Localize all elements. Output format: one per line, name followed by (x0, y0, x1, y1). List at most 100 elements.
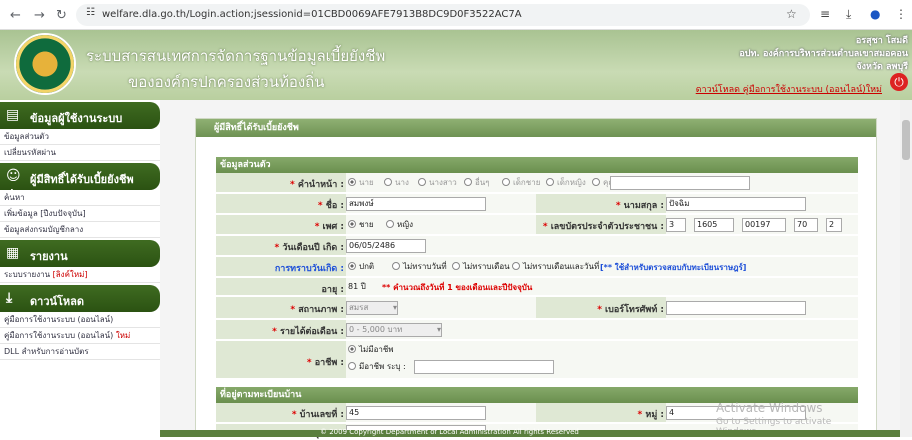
main-content: ผู้มีสิทธิ์ได้รับเบี้ยยังชีพ ข้อมูลส่วนต… (160, 100, 900, 439)
prefix-radio[interactable]: นาง (384, 177, 409, 189)
chevron-down-icon: ▾ (392, 303, 397, 312)
sidebar-header-2: ▦ รายงาน (0, 240, 160, 267)
sidebar-item[interactable]: ข้อมูลส่งกรมบัญชีกลาง (0, 222, 160, 238)
site-info-icon[interactable]: ☷ (86, 7, 95, 18)
user-org: อปท. องค์การบริหารส่วนตำบลเขาสมอคอน (739, 49, 908, 59)
birth-known-radio[interactable]: ปกติ (348, 261, 374, 273)
row-birth-known: การทราบวันเกิด : ปกติ ไม่ทราบวันที่ ไม่ทรา… (216, 257, 858, 277)
age-label: อายุ : (321, 285, 344, 295)
url-text: welfare.dla.go.th/Login.action;jsessioni… (102, 9, 522, 20)
menu-icon[interactable]: ⋮ (895, 7, 907, 21)
birth-known-radio[interactable]: ไม่ทราบวันที่ (392, 261, 447, 273)
section-personal: ข้อมูลส่วนตัว (216, 157, 858, 173)
logout-power-icon[interactable]: ⏻ (890, 73, 908, 91)
back-icon[interactable]: ← (10, 8, 21, 23)
sidebar-header-label: ผู้มีสิทธิ์ได้รับเบี้ยยังชีพ (30, 173, 134, 186)
document-icon: ▤ (6, 107, 20, 123)
birth-known-label: การทราบวันเกิด : (274, 264, 344, 274)
id-part-5[interactable]: 2 (826, 218, 842, 232)
row-occupation: * อาชีพ : ไม่มีอาชีพ มีอาชีพ ระบุ : (216, 341, 858, 379)
sidebar-item[interactable]: ค้นหา (0, 190, 160, 206)
browser-toolbar: ← → ↻ ☷ welfare.dla.go.th/Login.action;j… (0, 0, 912, 30)
sidebar-header-3: ⤓ ดาวน์โหลด (0, 285, 160, 312)
sidebar-item[interactable]: คู่มือการใช้งานระบบ (ออนไลน์) (0, 312, 160, 328)
id-part-2[interactable]: 1605 (694, 218, 734, 232)
download-icon[interactable]: ⤓ (846, 7, 851, 22)
sidebar-item[interactable]: ระบบรายงาน [ลิงค์ใหม่] (0, 267, 160, 283)
status-label: สถานภาพ : (298, 305, 344, 315)
status-select[interactable]: สมรส ▾ (346, 301, 398, 315)
surname-label: นามสกุล : (623, 201, 664, 211)
user-province: จังหวัด ลพบุรี (856, 62, 908, 72)
prefix-label: * คำนำหน้า : (290, 180, 344, 190)
occupation-label: อาชีพ : (314, 358, 344, 368)
site-title: ระบบสารสนเทศการจัดการฐานข้อมูลเบี้ยยังชี… (86, 47, 386, 65)
age-value: 81 ปี (348, 282, 366, 291)
occupation-radio-has[interactable]: มีอาชีพ ระบุ : (348, 361, 406, 373)
phone-label: เบอร์โทรศัพท์ : (605, 305, 664, 315)
birth-known-note: [** ใช้สำหรับตรวจสอบกับทะเบียนราษฎร์] (600, 263, 747, 272)
download-icon: ⤓ (6, 290, 13, 306)
sidebar-header-1: ☺+ ผู้มีสิทธิ์ได้รับเบี้ยยังชีพ (0, 163, 160, 202)
income-select[interactable]: 0 - 5,000 บาท ▾ (346, 323, 442, 337)
prefix-other-input[interactable] (610, 176, 750, 190)
manual-download-link[interactable]: ดาวน์โหลด คู่มือการใช้งานระบบ (ออนไลน์)ใ… (696, 82, 882, 96)
site-subtitle: ขององค์กรปกครองส่วนท้องถิ่น (128, 73, 325, 91)
gender-label: เพศ : (322, 222, 344, 232)
sidebar-item[interactable]: เปลี่ยนรหัสผ่าน (0, 145, 160, 161)
id-part-3[interactable]: 00197 (742, 218, 786, 232)
dla-seal-logo (14, 33, 76, 95)
reload-icon[interactable]: ↻ (56, 8, 67, 23)
add-user-icon: ☺+ (6, 168, 21, 202)
profile-icon[interactable]: ● (870, 7, 880, 21)
name-input[interactable]: สมพงษ์ (346, 197, 486, 211)
gender-radio-male[interactable]: ชาย (348, 219, 374, 231)
phone-input[interactable] (666, 301, 806, 315)
id-part-4[interactable]: 70 (794, 218, 818, 232)
row-status: * สถานภาพ : สมรส ▾ * เบอร์โทรศัพท์ : (216, 297, 858, 319)
name-label: ชื่อ : (325, 201, 344, 211)
prefix-radio[interactable]: เด็กชาย (502, 177, 540, 189)
occupation-radio-none[interactable]: ไม่มีอาชีพ (348, 344, 394, 356)
occupation-input[interactable] (414, 360, 554, 374)
sidebar-header-0: ▤ ข้อมูลผู้ใช้งานระบบ (0, 102, 160, 129)
birthdate-input[interactable]: 06/05/2486 (346, 239, 426, 253)
house-input[interactable]: 45 (346, 406, 486, 420)
chevron-down-icon: ▾ (436, 325, 441, 334)
age-note: ** คำนวณถึงวันที่ 1 ของเดือนและปีปัจจุบั… (382, 283, 533, 292)
sidebar-header-label: ข้อมูลผู้ใช้งานระบบ (30, 112, 123, 125)
bookmark-star-icon[interactable]: ☆ (786, 7, 797, 21)
sidebar-item[interactable]: ข้อมูลส่วนตัว (0, 129, 160, 145)
sidebar: ▤ ข้อมูลผู้ใช้งานระบบข้อมูลส่วนตัว เปลี่ยน… (0, 100, 160, 437)
row-gender: * เพศ : ชาย หญิง * เลขบัตรประจำตัวประชาช… (216, 215, 858, 235)
sidebar-item[interactable]: DLL สำหรับการอ่านบัตร (0, 344, 160, 360)
prefix-radio[interactable]: เด็กหญิง (546, 177, 586, 189)
sidebar-header-label: รายงาน (30, 250, 68, 263)
birth-known-radio[interactable]: ไม่ทราบเดือนและวันที่ (512, 261, 599, 273)
birth-known-radio[interactable]: ไม่ทราบเดือน (452, 261, 510, 273)
scrollbar-thumb[interactable] (902, 120, 910, 160)
sidebar-item[interactable]: เพิ่มข้อมูล [ปีงบปัจจุบัน] (0, 206, 160, 222)
site-banner: ระบบสารสนเทศการจัดการฐานข้อมูลเบี้ยยังชี… (0, 30, 912, 100)
income-label: รายได้ต่อเดือน : (280, 327, 344, 337)
sidebar-item[interactable]: คู่มือการใช้งานระบบ (ออนไลน์) ใหม่ (0, 328, 160, 344)
id-part-1[interactable]: 3 (666, 218, 686, 232)
row-prefix: * คำนำหน้า : นาย นาง นางสาว อื่นๆ เด็กชาย เด็… (216, 173, 858, 193)
moo-label: หมู่ : (645, 410, 664, 420)
panel-title: ผู้มีสิทธิ์ได้รับเบี้ยยังชีพ (196, 119, 876, 137)
id-label: เลขบัตรประจำตัวประชาชน : (550, 222, 664, 232)
media-icon[interactable]: ≡ (820, 7, 830, 21)
form-panel: ผู้มีสิทธิ์ได้รับเบี้ยยังชีพ ข้อมูลส่วนต… (195, 118, 877, 439)
birthdate-label: วันเดือนปี เกิด : (282, 243, 344, 253)
sidebar-header-label: ดาวน์โหลด (30, 295, 85, 308)
forward-icon[interactable]: → (34, 8, 45, 23)
row-birthdate: * วันเดือนปี เกิด : 06/05/2486 (216, 236, 858, 256)
footer: © 2009 Copyright Department of Local Adm… (160, 428, 900, 437)
prefix-radio[interactable]: นาย (348, 177, 374, 189)
house-label: บ้านเลขที่ : (299, 410, 344, 420)
surname-input[interactable]: ปัจฉิม (666, 197, 806, 211)
prefix-radio[interactable]: นางสาว (418, 177, 457, 189)
gender-radio-female[interactable]: หญิง (386, 219, 413, 231)
prefix-radio[interactable]: อื่นๆ (464, 177, 490, 189)
report-icon: ▦ (6, 245, 20, 261)
